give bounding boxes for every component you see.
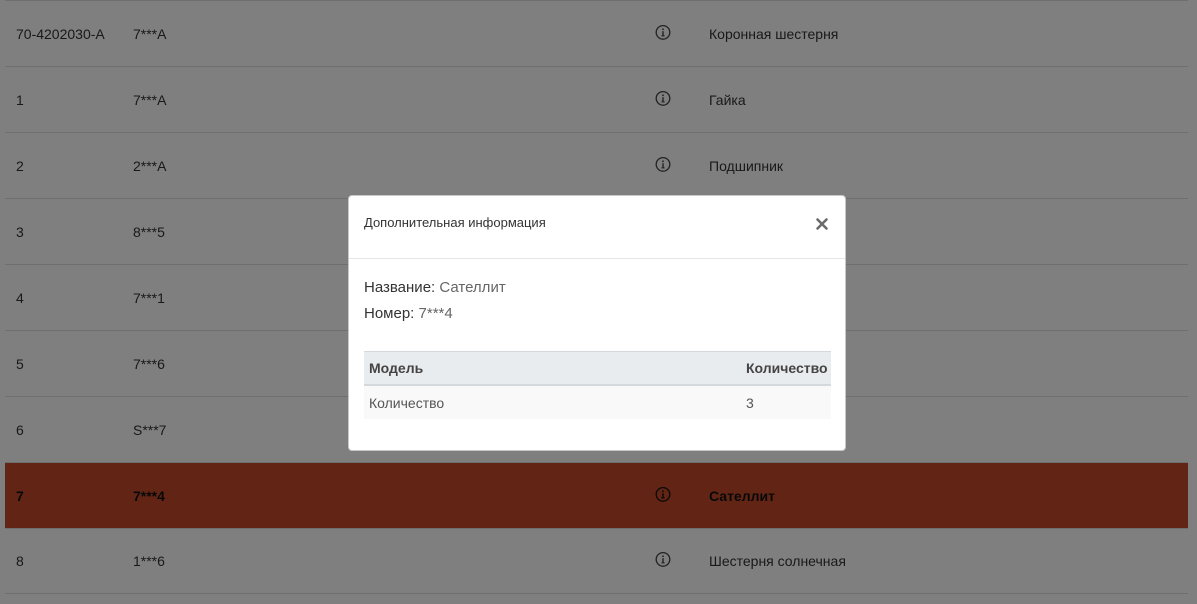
part-name-label: Название: — [364, 279, 436, 296]
table-header: Модель Количество — [364, 351, 831, 386]
part-number-label: Номер: — [364, 305, 415, 322]
modal-title: Дополнительная информация — [364, 215, 546, 230]
part-name-value: Сателлит — [439, 279, 506, 296]
header-quantity: Количество — [746, 360, 828, 376]
model-quantity-table: Модель Количество Количество 3 — [364, 351, 831, 419]
part-number-value: 7***4 — [418, 305, 453, 322]
info-modal: Дополнительная информация Название: Сате… — [348, 195, 846, 451]
cell-model: Количество — [369, 394, 445, 411]
header-model: Модель — [369, 360, 424, 376]
modal-header: Дополнительная информация — [349, 196, 845, 259]
table-row: Количество 3 — [364, 386, 831, 419]
cell-quantity: 3 — [746, 394, 754, 411]
part-name-line: Название: Сателлит — [364, 279, 506, 296]
part-number-line: Номер: 7***4 — [364, 305, 453, 322]
close-icon[interactable] — [814, 216, 830, 232]
